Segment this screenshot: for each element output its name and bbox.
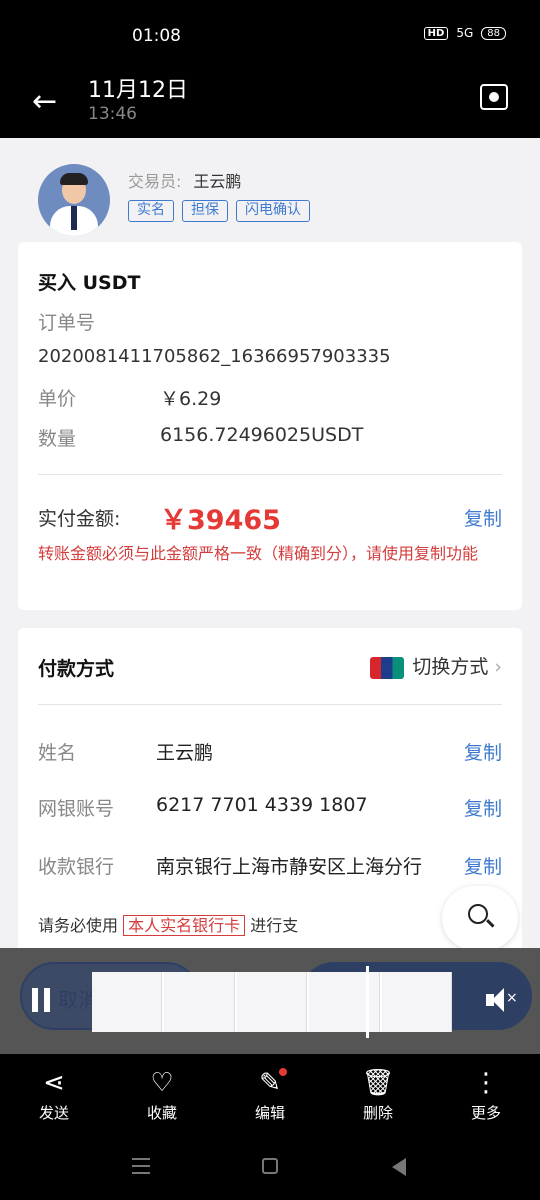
trader-label: 交易员: — [128, 172, 182, 191]
header-date: 11月12日 — [88, 78, 188, 103]
back-arrow-icon[interactable]: ← — [32, 84, 57, 119]
heart-icon: ♡ — [150, 1068, 174, 1098]
copy-amount-button[interactable]: 复制 — [464, 504, 502, 531]
more-icon: ⋮ — [473, 1068, 499, 1098]
pause-icon[interactable] — [32, 988, 50, 1012]
payment-title: 付款方式 — [38, 658, 115, 680]
copy-name-button[interactable]: 复制 — [464, 738, 502, 765]
hd-icon: HD — [423, 26, 449, 40]
qty-label: 数量 — [38, 428, 77, 450]
order-card: 买入 USDT 订单号 2020081411705862_16366957903… — [18, 242, 522, 610]
price-label: 单价 — [38, 388, 77, 410]
header-time: 13:46 — [88, 104, 137, 124]
trader-badges: 实名 担保 闪电确认 — [128, 200, 388, 222]
edit-label: 编辑 — [254, 1104, 285, 1122]
more-button[interactable]: ⋮ 更多 — [441, 1054, 531, 1144]
trader-label-row: 交易员: 王云鹏 — [128, 168, 328, 192]
copy-account-button[interactable]: 复制 — [464, 794, 502, 821]
status-indicators: HD 5G 88 — [423, 26, 506, 40]
edit-button[interactable]: ✎ 编辑 — [225, 1054, 315, 1144]
action-bar: ⋖ 发送 ♡ 收藏 ✎ 编辑 🗑 删除 ⋮ 更多 — [0, 1054, 540, 1144]
timeline-playhead[interactable] — [366, 966, 369, 1038]
more-label: 更多 — [470, 1104, 501, 1122]
search-icon — [468, 904, 488, 924]
trader-name: 王云鹏 — [193, 172, 242, 191]
order-no-label: 订单号 — [38, 312, 96, 334]
note-highlight: 本人实名银行卡 — [123, 915, 246, 936]
nav-home-icon[interactable] — [262, 1158, 278, 1174]
mute-icon[interactable]: × — [486, 988, 518, 1012]
notification-dot — [279, 1068, 287, 1076]
send-label: 发送 — [38, 1104, 69, 1122]
status-bar: 01:08 HD 5G 88 — [0, 0, 540, 70]
amount-warning: 转账金额必须与此金额严格一致（精确到分），请使用复制功能 — [38, 544, 479, 563]
edit-icon: ✎ — [259, 1068, 281, 1098]
order-divider — [38, 474, 502, 475]
nav-menu-icon[interactable] — [132, 1158, 150, 1174]
name-value: 王云鹏 — [156, 742, 214, 764]
send-button[interactable]: ⋖ 发送 — [9, 1054, 99, 1144]
trash-icon: 🗑 — [361, 1068, 395, 1098]
payment-divider — [38, 704, 502, 705]
badge-verified: 实名 — [128, 200, 174, 222]
favorite-button[interactable]: ♡ 收藏 — [117, 1054, 207, 1144]
copy-bank-button[interactable]: 复制 — [464, 852, 502, 879]
delete-label: 删除 — [362, 1104, 393, 1122]
camera-icon[interactable] — [480, 84, 508, 110]
chevron-right-icon: › — [494, 656, 502, 678]
account-label: 网银账号 — [38, 798, 115, 820]
unionpay-icon — [370, 656, 405, 679]
bank-label: 收款银行 — [38, 856, 115, 878]
badge-guarantee: 担保 — [182, 200, 228, 222]
order-title: 买入 USDT — [38, 272, 141, 294]
avatar — [38, 164, 110, 236]
nav-back-icon[interactable] — [392, 1158, 406, 1176]
signal-icon: 5G — [456, 26, 474, 40]
video-player-bar: 取消 × — [0, 948, 540, 1054]
payment-note: 请务必使用 本人实名银行卡 进行支 — [38, 912, 298, 936]
paid-amount: ￥39465 — [160, 505, 281, 536]
video-timeline[interactable] — [92, 972, 453, 1032]
delete-button[interactable]: 🗑 删除 — [333, 1054, 423, 1144]
status-time: 01:08 — [132, 26, 181, 46]
note-suffix: 进行支 — [250, 916, 299, 935]
system-nav-bar — [0, 1144, 540, 1200]
note-prefix: 请务必使用 — [38, 916, 119, 935]
paid-label: 实付金额: — [38, 508, 121, 530]
account-value: 6217 7701 4339 1807 — [156, 794, 368, 816]
viewer-header: ← 11月12日 13:46 — [0, 70, 540, 138]
badge-flash-confirm: 闪电确认 — [236, 200, 310, 222]
qty-value: 6156.72496025USDT — [160, 424, 364, 446]
name-label: 姓名 — [38, 742, 77, 764]
bank-value: 南京银行上海市静安区上海分行 — [156, 856, 423, 878]
search-button[interactable] — [442, 886, 518, 948]
screenshot-content: 交易员: 王云鹏 实名 担保 闪电确认 买入 USDT 订单号 202008141… — [0, 138, 540, 948]
favorite-label: 收藏 — [146, 1104, 177, 1122]
price-value: ￥6.29 — [160, 388, 222, 410]
switch-method-label: 切换方式 — [412, 656, 489, 678]
share-icon: ⋖ — [43, 1068, 65, 1098]
battery-icon: 88 — [481, 26, 506, 40]
order-no-value: 2020081411705862_16366957903335 — [38, 346, 391, 367]
switch-method-button[interactable]: 切换方式 › — [370, 652, 502, 679]
